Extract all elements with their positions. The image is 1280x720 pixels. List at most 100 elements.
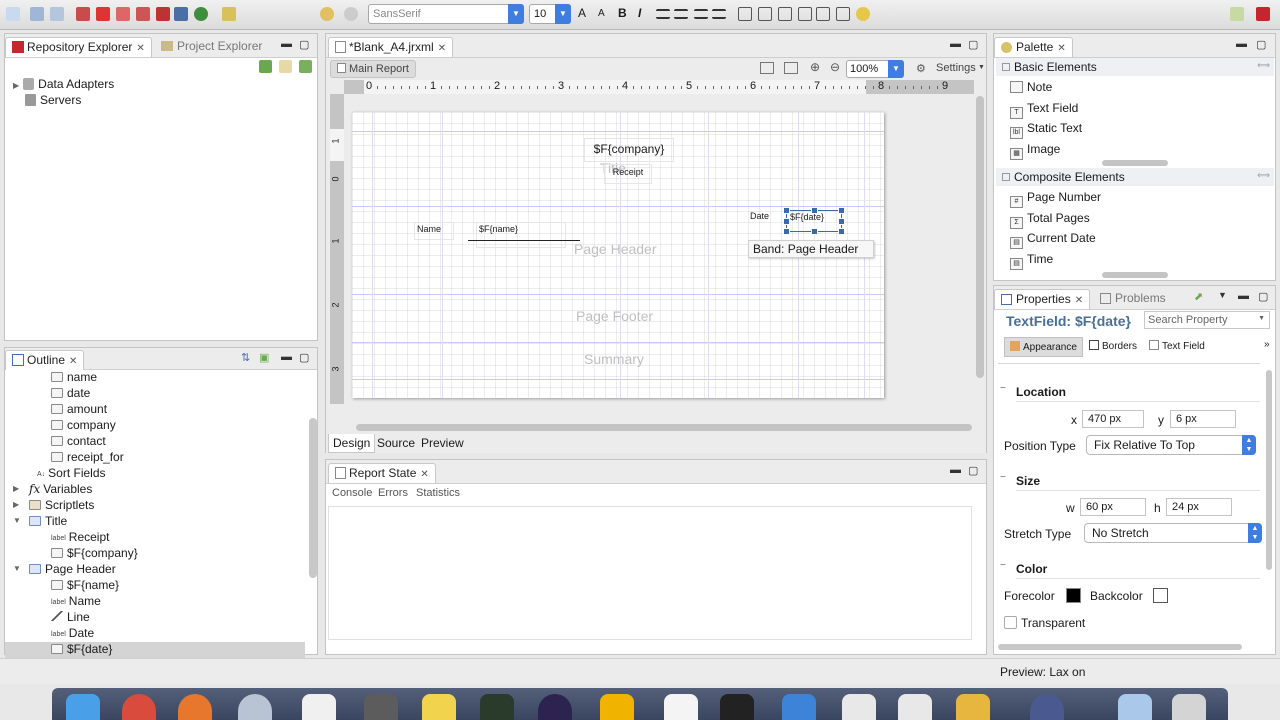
chevron-icon[interactable]: ⟺ [1257,60,1270,71]
outline-item[interactable]: company [5,418,305,434]
x-input[interactable]: 470 px [1082,410,1144,428]
y-input[interactable]: 6 px [1170,410,1236,428]
tab-blank-a4[interactable]: *Blank_A4.jrxml ✕ [328,37,454,57]
more-tabs-icon[interactable]: » [1264,339,1270,350]
trash-icon[interactable] [1172,694,1206,720]
collapse-icon[interactable]: ⇅ [241,351,250,364]
chevron-down-icon[interactable]: ▼ [888,60,904,78]
edit-icon[interactable] [279,60,292,73]
expander-icon[interactable]: ▼ [13,564,21,573]
band-divider-summary[interactable] [352,379,884,380]
outline-item[interactable]: ▼ Title [5,514,305,530]
align-center-icon[interactable] [674,9,688,19]
zoom-in-icon[interactable]: ⊕ [810,60,820,74]
outline-scrollbar[interactable] [309,418,317,578]
chevron-icon[interactable]: ⟺ [1257,170,1270,181]
xcode-icon[interactable] [782,694,816,720]
tab-properties[interactable]: Properties ✕ [994,289,1091,309]
settings-button[interactable]: Settings [936,62,976,74]
report-page[interactable]: Title Page Header Page Footer Summary $F… [352,112,884,398]
expander-icon[interactable]: ▼ [13,516,21,525]
chrome-icon[interactable] [122,694,156,720]
archive-icon[interactable] [956,694,990,720]
console-output[interactable] [328,506,972,640]
outline-item[interactable]: contact [5,434,305,450]
chevron-down-icon[interactable]: ▼ [978,64,985,71]
line-element[interactable] [468,240,580,241]
minimize-icon[interactable]: ▬ [281,351,292,363]
chevron-down-icon[interactable]: ▼ [555,4,571,24]
textedit-icon[interactable] [302,694,336,720]
forecolor-swatch[interactable] [1066,588,1081,603]
subtab-console[interactable]: Console [332,487,372,499]
maximize-icon[interactable]: ▢ [1256,38,1266,51]
resize-handle[interactable] [811,228,818,235]
globe-icon[interactable] [1030,694,1064,720]
distribute-icon[interactable] [778,7,792,21]
report-icon[interactable] [76,7,90,21]
maximize-icon[interactable]: ▢ [968,464,978,477]
chevron-down-icon[interactable]: ▼ [508,4,524,24]
close-icon[interactable]: ✕ [438,43,446,54]
add-icon[interactable] [259,60,272,73]
grow-font-button[interactable]: A [578,6,586,20]
chevron-down-icon[interactable]: ▼ [1258,315,1265,322]
subtab-borders[interactable]: Borders [1086,337,1140,357]
outline-item[interactable]: ▶ Scriptlets [5,498,305,514]
breadcrumb[interactable]: Main Report [330,60,416,78]
collapse-size-icon[interactable]: − [1000,472,1006,483]
outline-item[interactable]: ▼ Page Header [5,562,305,578]
filter-icon[interactable]: ▣ [259,351,269,364]
tab-source[interactable]: Source [373,434,419,453]
minimize-icon[interactable]: ▬ [1238,290,1249,302]
backcolor-swatch[interactable] [1153,588,1168,603]
back-icon[interactable] [320,7,334,21]
palette-item[interactable]: # Page Number [1010,190,1101,208]
folder-icon[interactable] [1118,694,1152,720]
wand-icon[interactable] [222,7,236,21]
search-app-icon[interactable] [600,694,634,720]
date-text-field-selected[interactable]: $F{date} [783,207,845,235]
minimize-icon[interactable]: ▬ [950,38,961,50]
chevron-right-icon[interactable]: ▶ [13,81,19,90]
stretch-type-select[interactable]: No Stretch ▲ ▼ [1084,523,1262,543]
zoom-out-icon[interactable]: ⊖ [830,60,840,74]
perspective-icon[interactable] [1230,7,1244,21]
size-icon[interactable] [798,7,812,21]
outdent-icon[interactable] [758,7,772,21]
resize-handle[interactable] [783,218,790,225]
palette-item[interactable]: ▤ Current Date [1010,231,1096,249]
w-input[interactable]: 60 px [1080,498,1146,516]
search-icon[interactable] [194,7,208,21]
palette-item[interactable]: T Text Field [1010,101,1078,119]
outline-item[interactable]: $F{name} [5,578,305,594]
maximize-icon[interactable]: ▢ [1258,290,1268,303]
subtab-text-field[interactable]: Text Field [1146,337,1208,357]
save-icon[interactable] [30,7,44,21]
calendar-icon[interactable] [664,694,698,720]
transparent-checkbox[interactable] [1004,616,1017,629]
position-type-select[interactable]: Fix Relative To Top ▲ ▼ [1086,435,1256,455]
tree-item-data-adapters[interactable]: ▶ Data Adapters [13,77,114,93]
coffee-icon[interactable] [842,694,876,720]
forward-icon[interactable] [344,7,358,21]
minimize-icon[interactable]: ▬ [281,38,292,50]
tab-design[interactable]: Design [328,434,376,453]
tab-report-state[interactable]: Report State ✕ [328,463,436,483]
resize-handle[interactable] [783,207,790,214]
tab-palette[interactable]: Palette ✕ [994,37,1073,57]
palette-item[interactable]: ▦ Image [1010,142,1060,160]
dataset-icon[interactable] [156,7,170,21]
properties-scrollbar[interactable] [1266,370,1272,570]
outline-item[interactable]: amount [5,402,305,418]
outline-item[interactable]: label Receipt [5,530,305,546]
maximize-icon[interactable]: ▢ [968,38,978,51]
company-text-field[interactable]: $F{company} [584,138,674,162]
tab-project-explorer[interactable]: Project Explorer [155,37,268,57]
minimize-icon[interactable]: ▬ [1236,38,1247,50]
palette-scroll-grip[interactable] [1102,272,1168,278]
tab-repository-explorer[interactable]: Repository Explorer ✕ [5,37,152,57]
shrink-font-button[interactable]: A [598,8,605,19]
chevron-up-down-icon[interactable]: ▲ ▼ [1242,435,1256,455]
close-icon[interactable]: ✕ [420,469,428,480]
